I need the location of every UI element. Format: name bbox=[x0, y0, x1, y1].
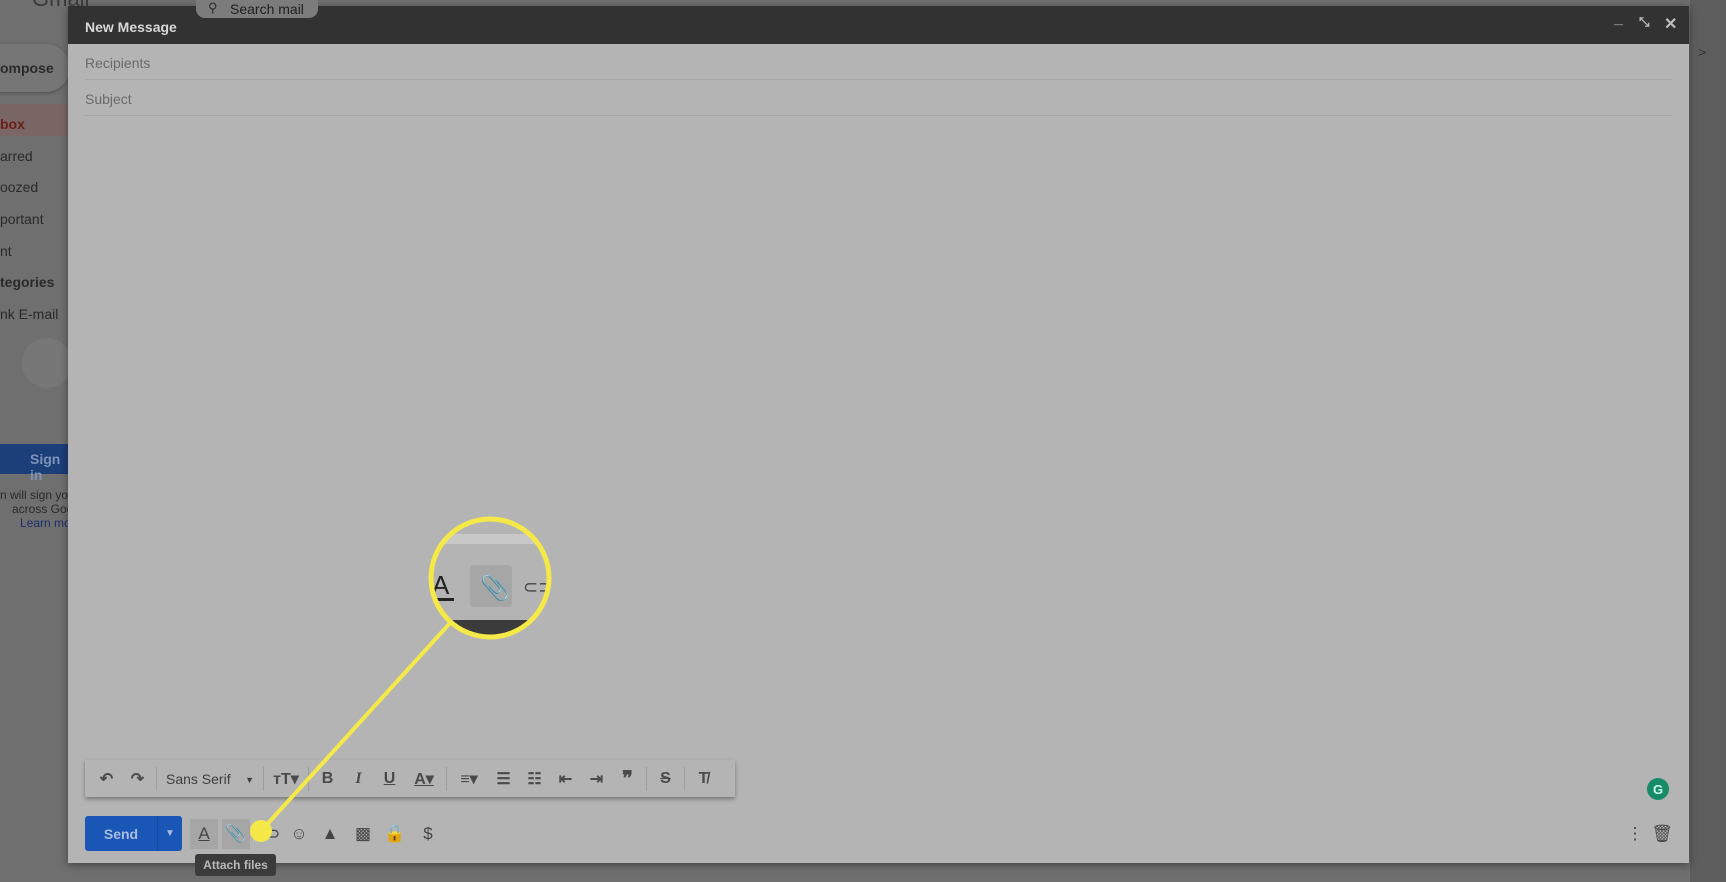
search-placeholder: Search mail bbox=[230, 1, 304, 17]
magnified-attach-icon: 📎 bbox=[480, 573, 510, 602]
callout-line bbox=[259, 620, 453, 833]
gmail-header: Gmail ⚲ Search mail bbox=[0, 0, 1726, 18]
search-icon[interactable]: ⚲ bbox=[208, 0, 218, 16]
callout-dot bbox=[250, 820, 272, 842]
search-input[interactable]: ⚲ Search mail bbox=[196, 0, 318, 18]
callout-overlay: A 📎 ⊂⊃ bbox=[250, 516, 552, 842]
app-logo-text: Gmail bbox=[32, 0, 89, 12]
